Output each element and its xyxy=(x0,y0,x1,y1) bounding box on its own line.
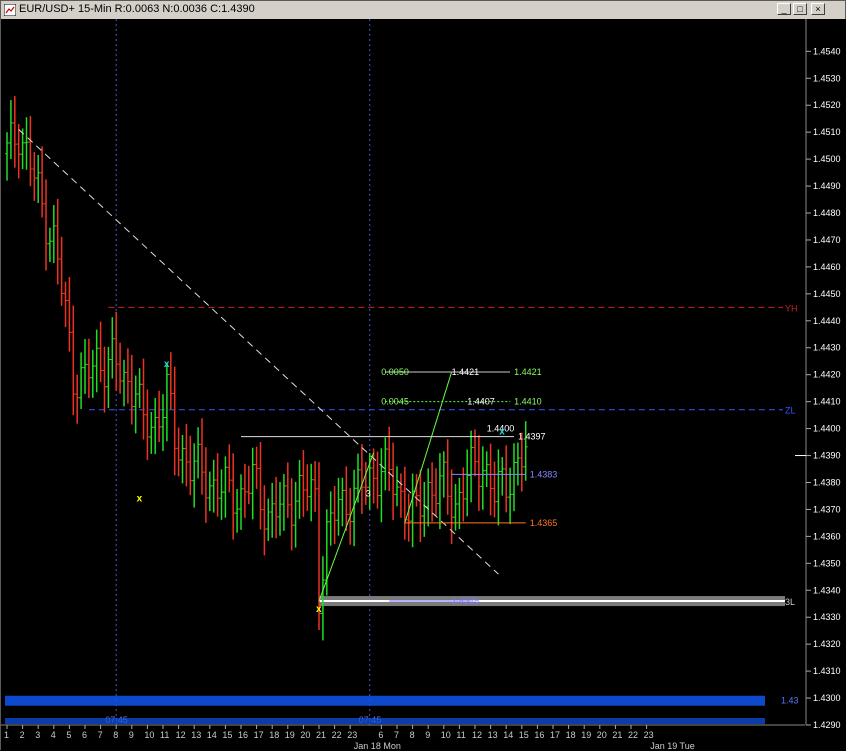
price-tick-label: 1.4420 xyxy=(813,370,841,380)
time-tick-label: 17 xyxy=(550,730,560,740)
count-label: 3 xyxy=(366,488,371,498)
annotation-mid-label: 1.4407 xyxy=(467,397,495,407)
time-tick-label: 21 xyxy=(612,730,622,740)
blue-band xyxy=(5,695,765,706)
price-tick-label: 1.4470 xyxy=(813,235,841,245)
chart-window-icon xyxy=(4,4,16,16)
price-tick-label: 1.4350 xyxy=(813,558,841,568)
price-tick-label: 1.4380 xyxy=(813,477,841,487)
time-tick-label: 11 xyxy=(160,730,169,740)
price-tick-label: 1.4320 xyxy=(813,639,841,649)
time-tick-label: 22 xyxy=(332,730,342,740)
time-tick-label: 20 xyxy=(597,730,607,740)
time-tick-label: 23 xyxy=(644,730,654,740)
price-tick-label: 1.4410 xyxy=(813,397,841,407)
time-tick-label: 22 xyxy=(628,730,638,740)
time-tick-label: 5 xyxy=(66,730,71,740)
price-tick-label: 1.4360 xyxy=(813,531,841,541)
price-tick-label: 1.4450 xyxy=(813,289,841,299)
time-tick-label: 17 xyxy=(254,730,264,740)
annotation-mid-label: 1.4336 xyxy=(452,596,480,606)
price-tick-label: 1.4300 xyxy=(813,693,841,703)
level-label-yh: YH xyxy=(785,303,798,313)
annotation-price-label: 1.4421 xyxy=(514,367,542,377)
chart-window: EUR/USD+ 15-Min R:0.0063 N:0.0036 C:1.43… xyxy=(0,0,846,751)
price-tick-label: 1.4440 xyxy=(813,316,841,326)
price-tick-label: 1.4500 xyxy=(813,154,841,164)
blue-band-lower xyxy=(5,718,765,724)
time-tick-label: 12 xyxy=(176,730,186,740)
time-tick-label: 14 xyxy=(207,730,217,740)
time-tick-label: 10 xyxy=(144,730,154,740)
time-tick-label: 8 xyxy=(410,730,415,740)
time-tick-label: 12 xyxy=(472,730,482,740)
time-tick-label: 13 xyxy=(191,730,201,740)
annotation-price-label: 1.4410 xyxy=(514,397,542,407)
marker-cyan: x xyxy=(499,426,505,437)
annotation-price-label: 1.4383 xyxy=(530,469,558,479)
time-tick-label: 16 xyxy=(238,730,248,740)
level-label-zl: ZL xyxy=(785,406,796,416)
price-tick-label: 1.4530 xyxy=(813,73,841,83)
price-tick-label: 1.4430 xyxy=(813,343,841,353)
time-tick-label: 19 xyxy=(581,730,591,740)
price-tick-label: 1.4460 xyxy=(813,262,841,272)
time-tick-label: 7 xyxy=(98,730,103,740)
maximize-button[interactable]: □ xyxy=(793,3,807,15)
price-tick-label: 1.4520 xyxy=(813,100,841,110)
time-tick-label: 3 xyxy=(35,730,40,740)
minimize-button[interactable]: _ xyxy=(777,3,791,15)
price-chart[interactable]: 07:4507:45 YHZL3L 0.00501.44211.44210.00… xyxy=(1,19,846,751)
time-tick-label: 7 xyxy=(394,730,399,740)
time-tick-label: 9 xyxy=(425,730,430,740)
price-tick-label: 1.4390 xyxy=(813,451,841,461)
time-tick-label: 2 xyxy=(20,730,25,740)
price-tick-label: 1.4310 xyxy=(813,666,841,676)
level-label-3l: 3L xyxy=(785,597,795,607)
time-tick-label: 13 xyxy=(488,730,498,740)
close-button[interactable]: × xyxy=(811,3,825,15)
time-tick-label: 6 xyxy=(378,730,383,740)
time-tick-label: 14 xyxy=(503,730,513,740)
title-bar[interactable]: EUR/USD+ 15-Min R:0.0063 N:0.0036 C:1.43… xyxy=(1,1,845,20)
window-title: EUR/USD+ 15-Min R:0.0063 N:0.0036 C:1.43… xyxy=(19,3,255,15)
time-tick-label: 11 xyxy=(456,730,465,740)
time-tick-label: 18 xyxy=(566,730,576,740)
time-tick-label: 20 xyxy=(300,730,310,740)
price-tick-label: 1.4480 xyxy=(813,208,841,218)
price-tick-label: 1.4510 xyxy=(813,127,841,137)
price-tick-label: 1.4540 xyxy=(813,46,841,56)
price-tick-label: 1.4370 xyxy=(813,504,841,514)
band-label: 1.43 xyxy=(781,696,799,706)
time-tick-label: 21 xyxy=(316,730,326,740)
marker-yellow: x xyxy=(137,494,143,505)
price-tick-label: 1.4340 xyxy=(813,585,841,595)
time-tick-label: 10 xyxy=(441,730,451,740)
time-tick-label: 18 xyxy=(269,730,279,740)
time-tick-label: 9 xyxy=(129,730,134,740)
time-tick-label: 16 xyxy=(534,730,544,740)
time-tick-label: 23 xyxy=(347,730,357,740)
time-tick-label: 4 xyxy=(51,730,56,740)
marker-cyan: x xyxy=(164,359,170,370)
price-tick-label: 1.4490 xyxy=(813,181,841,191)
annotation-diff-label: 0.0050 xyxy=(381,367,409,377)
price-tick-label: 1.4400 xyxy=(813,424,841,434)
annotation-mid-label: 1.4421 xyxy=(452,367,480,377)
time-tick-label: 8 xyxy=(113,730,118,740)
price-tick-label: 1.4290 xyxy=(813,720,841,730)
marker-yellow: x xyxy=(316,604,322,615)
annotation-price-label: 1.4397 xyxy=(518,432,546,442)
time-tick-label: 15 xyxy=(222,730,232,740)
annotation-price-label: 1.4365 xyxy=(530,518,558,528)
time-tick-label: 19 xyxy=(285,730,295,740)
time-tick-label: 15 xyxy=(519,730,529,740)
annotation-diff-label: 0.0045 xyxy=(381,397,409,407)
time-tick-label: 1 xyxy=(4,730,9,740)
time-tick-label: 6 xyxy=(82,730,87,740)
price-tick-label: 1.4330 xyxy=(813,612,841,622)
